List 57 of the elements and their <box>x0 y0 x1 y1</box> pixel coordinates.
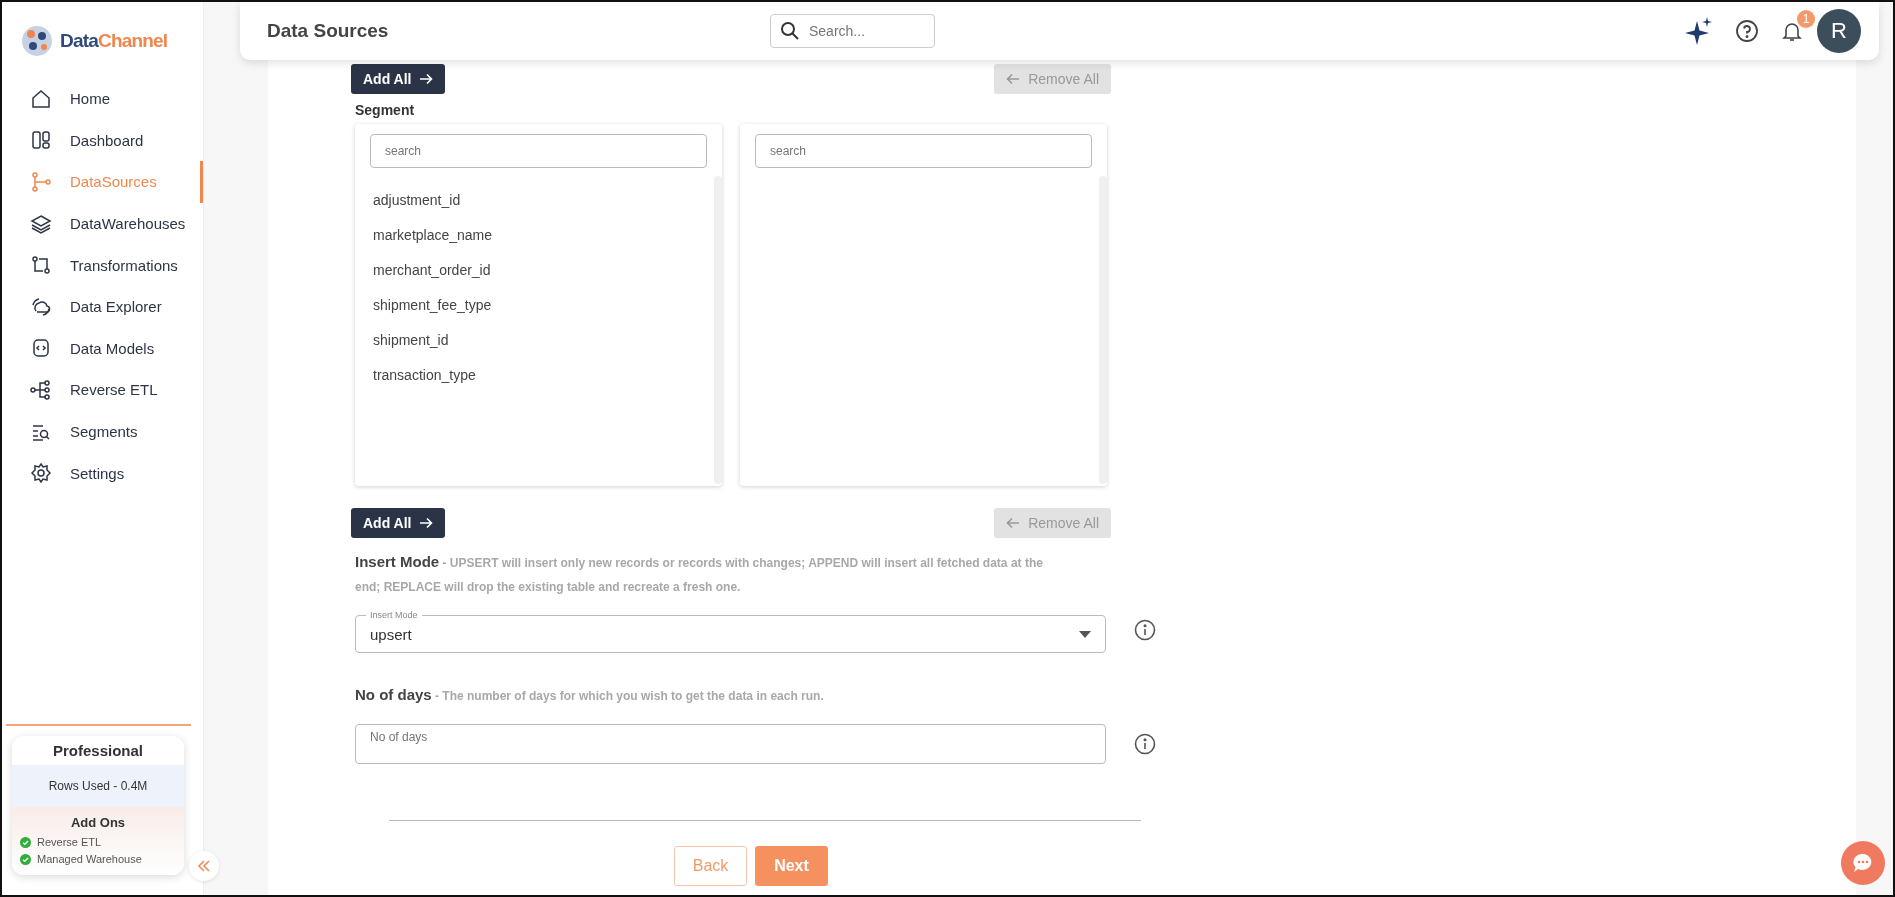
segment-label: Segment <box>355 102 416 118</box>
plan-name: Professional <box>52 741 144 761</box>
double-chevron-icon <box>197 859 211 873</box>
bell-icon[interactable] <box>1781 20 1803 42</box>
help-icon[interactable] <box>1735 19 1759 43</box>
nav-item[interactable]: Settings <box>2 452 203 494</box>
nav-item[interactable]: Segments <box>2 410 203 453</box>
search-field[interactable]: Search... <box>770 14 935 48</box>
search-icon <box>780 21 800 41</box>
nav-item[interactable]: Home <box>2 78 203 120</box>
nav-icon <box>30 295 52 318</box>
info-icon[interactable] <box>1134 733 1156 755</box>
search-field[interactable]: search <box>370 134 707 168</box>
sparkle-icon[interactable] <box>1685 17 1713 45</box>
nav-item[interactable]: Data Models <box>2 327 203 370</box>
nav-icon <box>30 254 52 277</box>
list-item[interactable]: merchant_order_id <box>355 254 714 289</box>
addon-label: Reverse ETL <box>37 836 102 848</box>
nav-item[interactable]: Dashboard <box>2 119 203 162</box>
rows-used: Rows Used - 0.4M <box>12 765 184 807</box>
nav-icon <box>30 378 52 401</box>
page-title: Data Sources <box>267 20 390 42</box>
search-field[interactable]: search <box>755 134 1092 168</box>
nav-icon <box>30 462 52 485</box>
nav-icon <box>30 337 52 360</box>
nav-icon <box>30 171 52 193</box>
notification-badge: 1 <box>1797 10 1815 28</box>
nav-icon <box>30 212 52 235</box>
arrow-left-icon <box>1006 517 1021 529</box>
list-item[interactable]: transaction_type <box>355 359 714 394</box>
info-icon[interactable] <box>1134 619 1156 641</box>
nav-item[interactable]: Data Explorer <box>2 285 203 328</box>
caret-icon <box>1079 630 1091 638</box>
nav-item[interactable]: Transformations <box>2 244 203 286</box>
field-description: Insert Mode - UPSERT will insert only new records or records with changes; APPEND will insert all fetched data at the end; REPLACE will drop the existing table and recreate a fresh one. <box>355 552 1044 596</box>
avatar[interactable]: R <box>1817 9 1861 53</box>
nav-icon <box>30 129 52 152</box>
arrow-right-icon <box>419 73 434 85</box>
list-item[interactable]: marketplace_name <box>355 219 714 254</box>
chat-icon <box>1852 852 1874 874</box>
logo-icon <box>20 24 54 58</box>
list-item[interactable]: shipment_fee_type <box>355 289 714 324</box>
days-input[interactable]: No of days <box>355 724 1106 764</box>
list-item[interactable]: adjustment_id <box>355 184 714 219</box>
add-all-button[interactable]: Add All <box>351 64 446 94</box>
add-all-button[interactable]: Add All <box>351 508 446 538</box>
nav-item[interactable]: DataWarehouses <box>2 202 203 245</box>
addons-title: Add Ons <box>69 815 127 830</box>
arrow-right-icon <box>419 517 434 529</box>
nav-icon <box>30 87 52 110</box>
nav-item[interactable]: Reverse ETL <box>2 369 203 411</box>
logo-text: DataChannel <box>60 30 168 52</box>
list-item[interactable]: shipment_id <box>355 324 714 359</box>
addon-label: Managed Warehouse <box>37 853 142 865</box>
field-description: No of days - The number of days for which you wish to get the data in each run. <box>355 685 825 705</box>
chat-button[interactable] <box>1841 841 1885 885</box>
arrow-left-icon <box>1006 73 1021 85</box>
